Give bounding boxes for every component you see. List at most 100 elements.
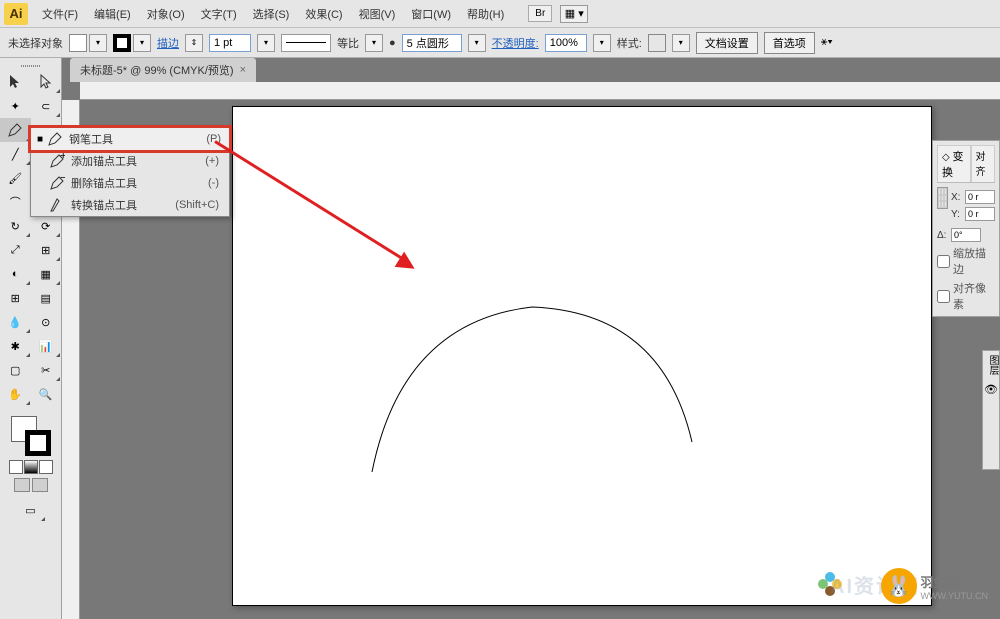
workspace-switcher[interactable]: ▦ ▾: [560, 5, 588, 23]
opacity-dropdown[interactable]: ▾: [593, 34, 611, 52]
color-mode-solid[interactable]: [9, 460, 23, 474]
blob-brush-tool[interactable]: ⌒: [0, 190, 31, 214]
flyout-pen-tool[interactable]: ■ 钢笔工具 (P): [28, 125, 232, 153]
change-screen-mode[interactable]: ▭: [15, 498, 46, 522]
eye-icon: 👁: [983, 383, 999, 396]
stroke-swatch[interactable]: [113, 34, 131, 52]
brush-dropdown[interactable]: ▾: [468, 34, 486, 52]
selection-tool[interactable]: [0, 70, 31, 94]
hand-tool[interactable]: ✋: [0, 382, 31, 406]
style-swatch[interactable]: [648, 34, 666, 52]
menu-effect[interactable]: 效果(C): [297, 3, 350, 25]
rotate-tool[interactable]: ↻: [0, 214, 31, 238]
color-mode-gradient[interactable]: [24, 460, 38, 474]
stroke-color-box[interactable]: [25, 430, 51, 456]
gradient-tool[interactable]: ▤: [31, 286, 62, 310]
stroke-weight-dropdown[interactable]: ▾: [257, 34, 275, 52]
scale-tool[interactable]: ⤢: [0, 238, 31, 262]
watermark-logo-block: 🐰 羽兔网 WWW.YUTU.CN: [881, 568, 989, 604]
screen-mode-full[interactable]: [32, 478, 48, 492]
flyout-item-shortcut: (Shift+C): [175, 199, 223, 211]
opacity-input[interactable]: [545, 34, 587, 52]
menu-file[interactable]: 文件(F): [34, 3, 86, 25]
menu-select[interactable]: 选择(S): [245, 3, 298, 25]
direct-selection-tool[interactable]: [31, 70, 62, 94]
horizontal-ruler[interactable]: [80, 82, 1000, 100]
tab-close-button[interactable]: ×: [240, 64, 246, 76]
menubar: Ai 文件(F) 编辑(E) 对象(O) 文字(T) 选择(S) 效果(C) 视…: [0, 0, 1000, 28]
document-tab[interactable]: 未标题-5* @ 99% (CMYK/预览) ×: [70, 58, 256, 82]
menu-type[interactable]: 文字(T): [193, 3, 245, 25]
transform-tab[interactable]: ◇ 变换: [937, 145, 971, 182]
stroke-profile-preview[interactable]: [281, 34, 331, 52]
angle-input[interactable]: [951, 228, 981, 242]
slice-tool[interactable]: ✂: [31, 358, 62, 382]
fill-stroke-selector[interactable]: [11, 416, 51, 456]
width-tool[interactable]: ⊞: [31, 238, 62, 262]
column-graph-tool[interactable]: 📊: [31, 334, 62, 358]
shape-builder-tool[interactable]: ◐: [0, 262, 31, 286]
document-tab-bar: 未标题-5* @ 99% (CMYK/预览) ×: [62, 58, 1000, 82]
perspective-tool[interactable]: ▦: [31, 262, 62, 286]
eyedropper-tool[interactable]: 💧: [0, 310, 31, 334]
scale-dropdown[interactable]: ▾: [365, 34, 383, 52]
style-dropdown[interactable]: ▾: [672, 34, 690, 52]
app-logo: Ai: [4, 3, 28, 25]
color-mode-none[interactable]: [39, 460, 53, 474]
preferences-button[interactable]: 首选项: [764, 32, 815, 54]
selected-bullet-icon: ■: [35, 134, 45, 145]
flyout-item-shortcut: (P): [206, 133, 225, 145]
menu-help[interactable]: 帮助(H): [459, 3, 512, 25]
pen-icon: [45, 131, 65, 147]
svg-text:−: −: [60, 175, 65, 184]
x-input[interactable]: [965, 190, 995, 204]
y-input[interactable]: [965, 207, 995, 221]
menu-window[interactable]: 窗口(W): [403, 3, 459, 25]
tool-panel-handle[interactable]: [0, 62, 61, 70]
bridge-button[interactable]: Br: [528, 5, 552, 22]
zoom-tool[interactable]: 🔍: [31, 382, 62, 406]
convert-anchor-icon: [47, 197, 67, 213]
artboard-tool[interactable]: ▢: [0, 358, 31, 382]
blend-tool[interactable]: ⊙: [31, 310, 62, 334]
pen-tool-flyout: ■ 钢笔工具 (P) + 添加锚点工具 (+) − 删除锚点工具 (-) 转换锚…: [30, 127, 230, 217]
screen-mode-normal[interactable]: [14, 478, 30, 492]
layers-panel[interactable]: 图层 👁: [982, 350, 1000, 470]
menu-edit[interactable]: 编辑(E): [86, 3, 139, 25]
artboard[interactable]: [232, 106, 932, 606]
align-tab[interactable]: 对齐: [971, 145, 995, 182]
document-setup-button[interactable]: 文档设置: [696, 32, 758, 54]
brush-profile-input[interactable]: [402, 34, 462, 52]
symbol-sprayer-tool[interactable]: ✱: [0, 334, 31, 358]
stroke-dropdown[interactable]: ▾: [133, 34, 151, 52]
magic-wand-tool[interactable]: ✦: [0, 94, 31, 118]
mesh-tool[interactable]: ⊞: [0, 286, 31, 310]
reflect-tool[interactable]: ⟳: [31, 214, 62, 238]
lasso-tool[interactable]: ⊂: [31, 94, 62, 118]
flyout-item-label: 转换锚点工具: [67, 197, 175, 213]
menu-view[interactable]: 视图(V): [351, 3, 404, 25]
flyout-item-label: 删除锚点工具: [67, 175, 208, 191]
angle-label: Δ:: [937, 230, 949, 241]
flyout-delete-anchor-tool[interactable]: − 删除锚点工具 (-): [31, 172, 229, 194]
x-label: X:: [951, 192, 963, 203]
opacity-link[interactable]: 不透明度:: [492, 35, 539, 51]
scale-label: 等比: [337, 35, 359, 51]
watermark-rabbit-icon: 🐰: [881, 568, 917, 604]
flyout-item-label: 添加锚点工具: [67, 153, 205, 169]
menu-object[interactable]: 对象(O): [139, 3, 193, 25]
flyout-add-anchor-tool[interactable]: + 添加锚点工具 (+): [31, 150, 229, 172]
align-pixel-checkbox[interactable]: 对齐像素: [937, 280, 995, 312]
stroke-link[interactable]: 描边: [157, 35, 179, 51]
fill-dropdown[interactable]: ▾: [89, 34, 107, 52]
paintbrush-tool[interactable]: 🖌: [0, 166, 31, 190]
reference-point-selector[interactable]: [937, 187, 948, 209]
stroke-weight-input[interactable]: [209, 34, 251, 52]
line-tool[interactable]: ╱: [0, 142, 31, 166]
fill-swatch[interactable]: [69, 34, 87, 52]
stroke-stepper[interactable]: ⇕: [185, 34, 203, 52]
extras-icon[interactable]: ⚹▾: [821, 36, 833, 49]
scale-strokes-checkbox[interactable]: 缩放描边: [937, 245, 995, 277]
pen-tool[interactable]: [0, 118, 31, 142]
flyout-convert-anchor-tool[interactable]: 转换锚点工具 (Shift+C): [31, 194, 229, 216]
